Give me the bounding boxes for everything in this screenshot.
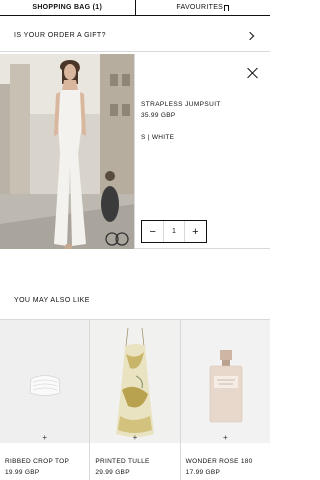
product-image[interactable]	[90, 320, 180, 443]
add-to-bag-icon[interactable]: +	[131, 433, 139, 442]
tab-favourites[interactable]: FAVOURITES	[136, 0, 271, 15]
tulle-dress-image	[90, 320, 180, 443]
recommendation-name[interactable]: RIBBED CROP TOP	[5, 458, 69, 465]
product-image[interactable]	[0, 320, 90, 443]
quantity-stepper: − 1 +	[141, 220, 207, 243]
bookmark-icon	[224, 4, 230, 11]
recommendation-name[interactable]: WONDER ROSE 180	[186, 458, 253, 465]
product-name[interactable]: STRAPLESS JUMPSUIT	[141, 101, 221, 108]
chevron-right-icon	[245, 31, 255, 40]
gift-order-row[interactable]: IS YOUR ORDER A GIFT?	[0, 20, 270, 52]
quantity-value: 1	[163, 221, 185, 242]
recommendation-name[interactable]: PRINTED TULLE	[95, 458, 149, 465]
product-variant: S | WHITE	[141, 134, 175, 141]
recommendation-card[interactable]: + WONDER ROSE 180 17.99 GBP	[180, 320, 270, 480]
gift-order-label: IS YOUR ORDER A GIFT?	[14, 32, 106, 39]
recommendation-card[interactable]: + RIBBED CROP TOP 19.99 GBP	[0, 320, 91, 480]
add-to-bag-icon[interactable]: +	[41, 433, 49, 442]
perfume-image	[180, 320, 270, 443]
product-image[interactable]	[180, 320, 270, 443]
recommendations-grid: + RIBBED CROP TOP 19.99 GBP + PRINTED TU…	[0, 319, 270, 480]
add-to-bag-icon[interactable]: +	[221, 433, 229, 442]
product-price: 35.99 GBP	[141, 112, 176, 119]
tab-favourites-label: FAVOURITES	[176, 4, 224, 11]
product-photo-image	[0, 54, 134, 249]
bag-tabs: SHOPPING BAG (1) FAVOURITES	[0, 0, 270, 16]
recommendation-price: 29.99 GBP	[95, 469, 130, 476]
remove-item-button[interactable]	[247, 67, 259, 79]
recommendation-price: 17.99 GBP	[185, 469, 221, 476]
tab-shopping-bag-label: SHOPPING BAG (1)	[32, 4, 103, 11]
product-photo[interactable]	[0, 54, 135, 249]
decrease-quantity-button[interactable]: −	[142, 221, 163, 242]
tab-shopping-bag[interactable]: SHOPPING BAG (1)	[0, 0, 136, 15]
recommendation-card[interactable]: + PRINTED TULLE 29.99 GBP	[90, 320, 181, 480]
cart-item-info: STRAPLESS JUMPSUIT 35.99 GBP S | WHITE −…	[141, 54, 270, 249]
increase-quantity-button[interactable]: +	[185, 221, 206, 242]
recommendations-title: YOU MAY ALSO LIKE	[14, 297, 90, 304]
crop-top-image	[0, 320, 90, 443]
cart-item: STRAPLESS JUMPSUIT 35.99 GBP S | WHITE −…	[0, 54, 270, 249]
recommendation-price: 19.99 GBP	[5, 469, 40, 476]
